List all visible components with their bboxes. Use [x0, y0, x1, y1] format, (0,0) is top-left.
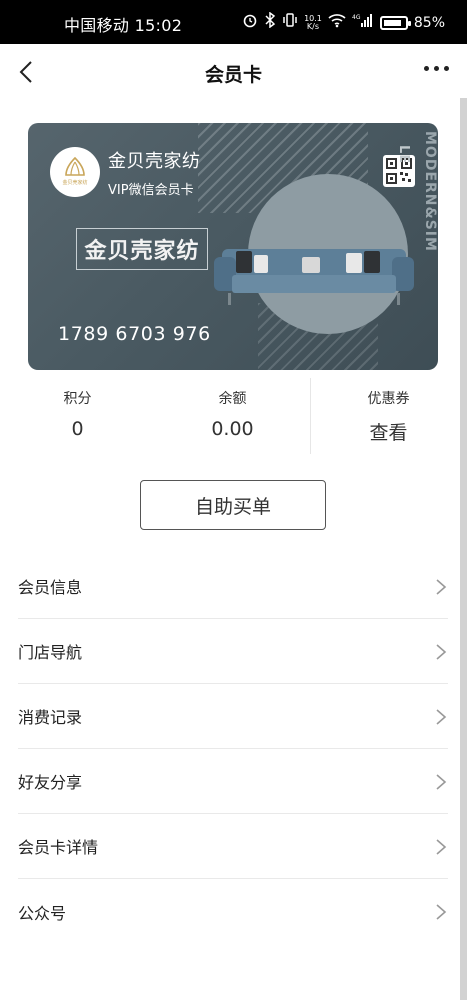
brand-logo: 金贝壳家纺 — [50, 147, 100, 197]
menu-list: 会员信息 门店导航 消费记录 好友分享 会员卡详情 公众号 — [18, 554, 448, 944]
network-speed-unit: K/s — [306, 22, 320, 31]
menu-item-label: 消费记录 — [18, 708, 83, 727]
menu-item-label: 好友分享 — [18, 773, 83, 792]
menu-item-store-navigation[interactable]: 门店导航 — [18, 619, 448, 684]
member-card[interactable]: 金贝壳家纺 金贝壳家纺 VIP微信会员卡 MODERN&SIM LE 金贝壳家纺… — [28, 123, 438, 370]
card-vertical-text-2: LE — [396, 145, 411, 165]
points-label: 积分 — [63, 391, 92, 407]
coupon-label: 优惠券 — [367, 391, 410, 407]
menu-item-card-details[interactable]: 会员卡详情 — [18, 814, 448, 879]
card-subtitle: VIP微信会员卡 — [108, 183, 194, 198]
page-title: 会员卡 — [204, 64, 262, 86]
menu-item-share-with-friends[interactable]: 好友分享 — [18, 749, 448, 814]
coupon-view-link[interactable]: 查看 — [311, 418, 466, 445]
menu-item-label: 门店导航 — [18, 643, 83, 662]
bluetooth-icon — [264, 11, 276, 34]
menu-item-official-account[interactable]: 公众号 — [18, 879, 448, 944]
menu-item-member-info[interactable]: 会员信息 — [18, 554, 448, 619]
card-vertical-text: MODERN&SIM — [422, 131, 438, 252]
dot-icon — [444, 66, 449, 71]
vibrate-icon — [282, 12, 298, 34]
balance-value: 0.00 — [211, 418, 254, 440]
menu-item-purchase-history[interactable]: 消费记录 — [18, 684, 448, 749]
status-bar: 中国移动 15:02 10.1 K/s 4G 85% — [0, 0, 467, 44]
scrollbar[interactable] — [460, 98, 467, 1000]
battery-percent: 85% — [413, 15, 445, 31]
brand-logo-text: 金贝壳家纺 — [62, 179, 87, 186]
menu-item-label: 会员信息 — [18, 578, 83, 597]
points-stat[interactable]: 积分 0 — [0, 388, 155, 440]
signal-icon: 4G — [352, 12, 374, 34]
chevron-right-icon — [436, 644, 447, 660]
battery-icon — [379, 16, 411, 30]
network-speed: 10.1 K/s — [304, 15, 322, 31]
card-calligraphy-text: 金贝壳家纺 — [84, 238, 200, 264]
dot-icon — [424, 66, 429, 71]
self-checkout-button[interactable]: 自助买单 — [140, 480, 326, 530]
balance-stat[interactable]: 余额 0.00 — [155, 388, 310, 440]
status-icons: 10.1 K/s 4G 85% — [242, 11, 445, 34]
wifi-icon — [328, 12, 346, 34]
chevron-right-icon — [436, 839, 447, 855]
battery-fill — [383, 20, 401, 26]
chevron-right-icon — [436, 774, 447, 790]
more-options-button[interactable] — [424, 66, 449, 71]
card-brand-name: 金贝壳家纺 — [108, 151, 201, 172]
network-type: 4G — [352, 14, 361, 21]
alarm-icon — [242, 12, 258, 34]
menu-item-label: 公众号 — [18, 903, 67, 923]
sofa-image — [214, 249, 414, 305]
card-calligraphy-title: 金贝壳家纺 — [76, 228, 208, 270]
chevron-right-icon — [436, 579, 447, 595]
coupon-stat[interactable]: 优惠券 查看 — [311, 388, 466, 445]
chevron-right-icon — [436, 904, 447, 920]
nav-bar: 会员卡 — [0, 44, 467, 100]
chevron-right-icon — [436, 709, 447, 725]
menu-item-label: 会员卡详情 — [18, 838, 99, 857]
card-number: 1789 6703 976 — [58, 323, 211, 345]
balance-label: 余额 — [218, 391, 247, 407]
dot-icon — [434, 66, 439, 71]
carrier-time: 中国移动 15:02 — [64, 16, 183, 35]
points-value: 0 — [71, 418, 84, 440]
stats-row: 积分 0 余额 0.00 优惠券 查看 — [0, 378, 467, 456]
